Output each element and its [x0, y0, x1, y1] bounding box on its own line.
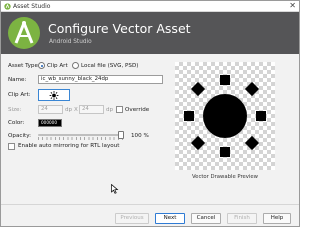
local-file-radio[interactable]: [72, 62, 79, 69]
color-label: Color:: [8, 120, 25, 126]
clip-art-radio[interactable]: [38, 62, 45, 69]
clip-art-label: Clip Art:: [8, 92, 31, 98]
name-label: Name:: [8, 77, 27, 83]
color-swatch[interactable]: 000000: [38, 119, 62, 127]
close-icon[interactable]: ✕: [289, 1, 296, 11]
opacity-slider-track[interactable]: [38, 134, 123, 136]
header-banner: Configure Vector Asset Android Studio: [1, 12, 299, 54]
opacity-value: 100 %: [131, 133, 149, 139]
dialog-footer: Previous Next Cancel Finish Help: [1, 204, 299, 226]
title-bar: Asset Studio ✕: [1, 1, 299, 12]
android-studio-logo: [8, 17, 40, 49]
sunny-icon: [49, 91, 59, 100]
opacity-slider-ticks: [38, 137, 123, 140]
asset-type-label: Asset Type:: [8, 63, 40, 69]
size-label: Size:: [8, 107, 22, 113]
height-input[interactable]: 24: [79, 105, 104, 114]
name-input[interactable]: ic_wb_sunny_black_24dp: [38, 75, 163, 84]
opacity-label: Opacity:: [8, 133, 31, 139]
override-label[interactable]: Override: [125, 106, 149, 114]
asset-studio-window: Asset Studio ✕ Configure Vector Asset An…: [0, 0, 300, 227]
vector-preview: [175, 62, 275, 170]
asset-studio-icon: [4, 3, 11, 10]
preview-caption: Vector Drawable Preview: [191, 174, 259, 180]
opacity-slider-thumb[interactable]: [118, 131, 124, 139]
width-input[interactable]: 24: [38, 105, 63, 114]
page-title: Configure Vector Asset: [48, 21, 191, 36]
size-separator: X: [74, 107, 78, 113]
sunny-icon: [184, 75, 266, 157]
previous-button[interactable]: Previous: [115, 213, 149, 224]
cancel-button[interactable]: Cancel: [191, 213, 221, 224]
finish-button[interactable]: Finish: [227, 213, 257, 224]
auto-mirror-checkbox[interactable]: [8, 143, 15, 150]
window-title: Asset Studio: [13, 3, 51, 10]
clip-art-button[interactable]: [38, 89, 70, 101]
mouse-cursor-icon: [111, 184, 119, 194]
auto-mirror-label[interactable]: Enable auto mirroring for RTL layout: [18, 142, 119, 150]
page-subtitle: Android Studio: [49, 39, 92, 45]
override-checkbox[interactable]: [116, 106, 123, 113]
next-button[interactable]: Next: [155, 213, 185, 224]
clip-art-radio-label[interactable]: Clip Art: [47, 62, 68, 70]
width-unit: dp: [65, 107, 73, 113]
height-unit: dp: [106, 107, 114, 113]
help-button[interactable]: Help: [263, 213, 291, 224]
local-file-radio-label[interactable]: Local file (SVG, PSD): [81, 62, 138, 70]
